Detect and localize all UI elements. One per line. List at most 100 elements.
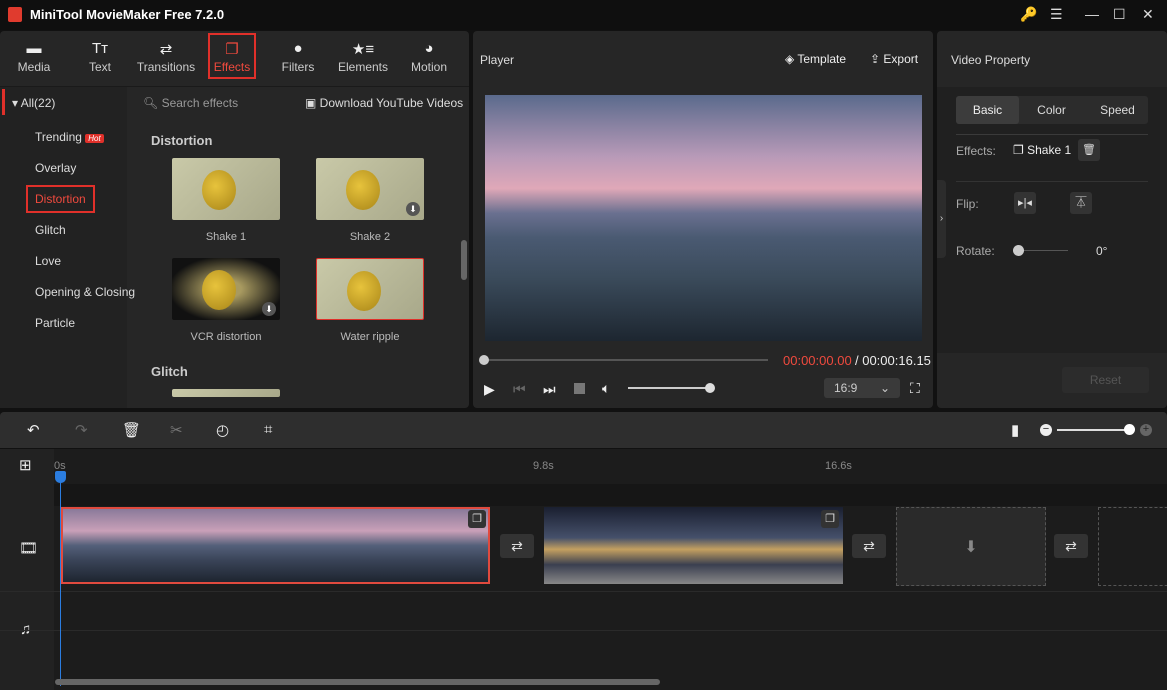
- zoom-out-button[interactable]: −: [1040, 424, 1052, 436]
- effects-scrollbar[interactable]: [461, 240, 467, 280]
- transition-slot-2[interactable]: ⇄: [852, 534, 886, 558]
- key-icon[interactable]: 🔑: [1020, 6, 1037, 23]
- timeline-scrollbar[interactable]: [55, 679, 660, 685]
- export-button[interactable]: ⇪ Export: [870, 52, 918, 66]
- tab-speed[interactable]: Speed: [1086, 96, 1149, 124]
- effect-thumb-shake-1[interactable]: [172, 158, 280, 220]
- download-icon[interactable]: ⬇: [262, 302, 276, 316]
- divider: [0, 591, 1167, 592]
- playhead-line: [60, 476, 61, 686]
- tab-effects[interactable]: ❐ Effects: [208, 33, 256, 79]
- transition-slot-1[interactable]: ⇄: [500, 534, 534, 558]
- close-button[interactable]: ✕: [1142, 6, 1154, 23]
- tab-filters[interactable]: ● Filters: [268, 40, 328, 74]
- sidebar-item-particle[interactable]: Particle: [35, 316, 75, 330]
- delete-effect-button[interactable]: 🗑︎: [1078, 139, 1100, 161]
- tab-motion[interactable]: ◕ Motion: [399, 40, 459, 74]
- video-clip-city[interactable]: [544, 507, 843, 584]
- collapse-panel-button[interactable]: ›: [937, 180, 946, 258]
- category-all-label: All(22): [20, 96, 56, 110]
- prev-frame-button[interactable]: ⏮: [513, 381, 526, 398]
- tab-transitions[interactable]: ⇄ Transitions: [136, 40, 196, 74]
- export-icon: ⇪: [870, 52, 884, 66]
- transition-slot-3[interactable]: ⇄: [1054, 534, 1088, 558]
- template-button[interactable]: ◈ Template: [785, 52, 846, 66]
- timeline-zoom-handle[interactable]: [1124, 424, 1135, 435]
- aspect-ratio-select[interactable]: 16:9 ⌄: [824, 378, 900, 398]
- section-glitch: Glitch: [151, 364, 188, 379]
- minimize-button[interactable]: —: [1085, 6, 1099, 22]
- effect-label: Shake 2: [349, 231, 391, 243]
- rotate-value: 0°: [1096, 244, 1108, 258]
- zoom-in-button[interactable]: +: [1140, 424, 1152, 436]
- menu-icon[interactable]: ☰: [1050, 6, 1063, 23]
- rotate-handle[interactable]: [1013, 245, 1024, 256]
- fullscreen-icon[interactable]: ⛶: [910, 380, 920, 397]
- tab-basic[interactable]: Basic: [956, 96, 1019, 124]
- effect-thumb-shake-2[interactable]: ⬇: [316, 158, 424, 220]
- clip-effect-icon: ❐: [821, 510, 839, 528]
- sidebar-item-distortion[interactable]: Distortion: [26, 185, 95, 213]
- current-time: 00:00:00.00: [783, 353, 852, 368]
- drop-media-placeholder[interactable]: ⬇: [896, 507, 1046, 586]
- timeline-zoom-slider[interactable]: [1057, 429, 1129, 431]
- sidebar-item-overlay[interactable]: Overlay: [35, 161, 76, 175]
- next-frame-button[interactable]: ⏭: [543, 381, 556, 398]
- video-preview[interactable]: [485, 95, 922, 341]
- category-all[interactable]: ▾ All(22): [12, 96, 55, 110]
- speed-icon[interactable]: ◴: [216, 421, 229, 439]
- track-empty: [0, 484, 1167, 506]
- playhead-handle[interactable]: [55, 471, 66, 483]
- flip-label: Flip:: [956, 197, 979, 211]
- search-input[interactable]: Search effects: [162, 96, 239, 110]
- tab-color[interactable]: Color: [1020, 96, 1083, 124]
- divider: [956, 181, 1148, 182]
- tab-media[interactable]: ▬ Media: [4, 40, 64, 74]
- split-icon[interactable]: ✂: [170, 421, 183, 439]
- effect-thumb-water-ripple[interactable]: [316, 258, 424, 320]
- tab-label: Elements: [337, 60, 389, 74]
- effect-thumb-partial[interactable]: [172, 389, 280, 397]
- fit-timeline-icon[interactable]: ▮: [1011, 421, 1019, 439]
- search-effects[interactable]: 🔍︎ Search effects: [143, 96, 238, 110]
- sidebar-item-love[interactable]: Love: [35, 254, 61, 268]
- add-track-icon[interactable]: ⊞: [19, 456, 32, 474]
- sidebar-item-glitch[interactable]: Glitch: [35, 223, 66, 237]
- drop-media-placeholder[interactable]: [1098, 507, 1167, 586]
- template-label: Template: [797, 52, 847, 66]
- tab-label: Text: [88, 60, 111, 74]
- volume-slider[interactable]: [628, 387, 710, 389]
- applied-effect: ❐ Shake 1: [1013, 143, 1071, 157]
- title-bar: MiniTool MovieMaker Free 7.2.0 🔑 ☰ — ☐ ✕: [0, 0, 1167, 30]
- section-distortion: Distortion: [151, 133, 213, 148]
- reset-button[interactable]: Reset: [1062, 367, 1149, 393]
- total-time: / 00:00:16.15: [855, 353, 931, 368]
- effect-thumb-vcr-distortion[interactable]: ⬇: [172, 258, 280, 320]
- tab-label: Motion: [410, 60, 448, 74]
- download-icon[interactable]: ⬇: [406, 202, 420, 216]
- crop-icon[interactable]: ⌗: [264, 421, 272, 438]
- maximize-button[interactable]: ☐: [1113, 6, 1126, 23]
- seek-handle[interactable]: [479, 355, 489, 365]
- volume-handle[interactable]: [705, 383, 715, 393]
- tab-text[interactable]: Tт Text: [70, 40, 130, 74]
- download-youtube-link[interactable]: ▣ Download YouTube Videos: [305, 96, 463, 110]
- delete-icon[interactable]: 🗑︎: [122, 421, 141, 439]
- chevron-down-icon: ⌄: [879, 381, 890, 395]
- seek-bar[interactable]: [484, 359, 768, 361]
- redo-icon[interactable]: ↷: [75, 421, 88, 439]
- sidebar-item-trending[interactable]: Trending Hot: [35, 130, 104, 144]
- video-clip-sunset[interactable]: [61, 507, 490, 584]
- flip-vertical-button[interactable]: ⏄: [1070, 192, 1092, 214]
- play-button[interactable]: ▶: [484, 381, 495, 398]
- bird-image: [202, 270, 236, 310]
- undo-icon[interactable]: ↶: [27, 421, 40, 439]
- sidebar-item-opening-closing[interactable]: Opening & Closing: [35, 285, 135, 299]
- tab-label: Media: [17, 60, 51, 74]
- stop-button[interactable]: [574, 383, 585, 394]
- volume-icon[interactable]: 🔈︎: [602, 380, 610, 397]
- tab-elements[interactable]: ★≡ Elements: [333, 40, 393, 74]
- flip-horizontal-button[interactable]: ▸|◂: [1014, 192, 1036, 214]
- rotate-slider[interactable]: [1018, 250, 1068, 251]
- youtube-icon: ▣: [305, 96, 320, 110]
